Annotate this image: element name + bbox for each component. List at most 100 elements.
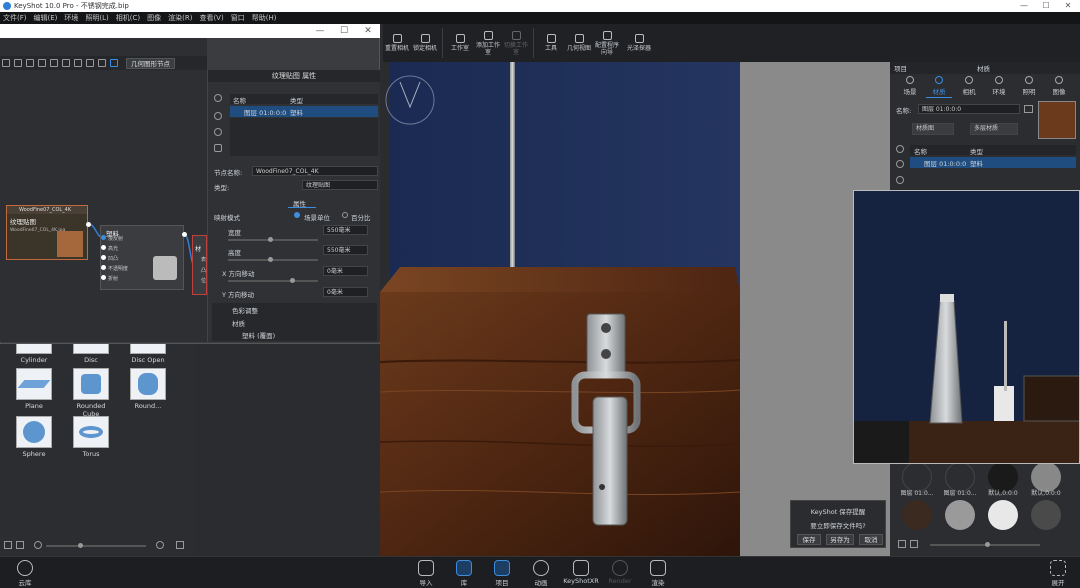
node-tool-icon[interactable] [38,59,46,67]
mg-minimize-button[interactable]: — [308,24,332,38]
render-preview-window[interactable] [853,190,1080,464]
tab-camera[interactable]: 相机 [958,76,980,96]
menu-environment[interactable]: 环境 [64,13,78,23]
minimize-button[interactable]: — [1013,0,1035,12]
copy-icon[interactable] [214,144,222,152]
save-material-icon[interactable] [1024,105,1033,113]
tree-item-plastic[interactable]: 塑料 (覆面) [212,329,377,341]
height-slider[interactable] [228,257,318,262]
library-button[interactable]: 库 [449,560,479,587]
animation-button[interactable]: 动画 [526,560,556,587]
zoom-tool-icon[interactable] [74,59,82,67]
expand-button[interactable]: 展开 [1043,560,1073,587]
list-view-icon[interactable] [910,540,918,548]
library-item-disc-open[interactable]: Disc Open [128,344,168,364]
plastic-output-port[interactable] [182,232,187,237]
maximize-button[interactable]: ☐ [1035,0,1057,12]
project-tab[interactable]: 项目 [894,63,907,73]
geometry-view-button[interactable]: 几何视图 [565,24,593,62]
material-ball[interactable] [902,500,932,530]
shift-y-field[interactable]: 0毫米 [323,287,368,297]
add-node-icon[interactable] [110,59,118,67]
dialog-save-as-button[interactable]: 另存为 [826,534,854,545]
render-viewport[interactable] [380,62,890,556]
project-button[interactable]: 项目 [487,560,517,587]
lock-camera-button[interactable]: 锁定相机 [411,24,439,62]
light-manager-button[interactable]: 光泽探器 [621,24,657,62]
thumbnail-size-knob[interactable] [985,542,990,547]
chain-icon[interactable] [214,128,222,136]
percent-radio[interactable] [342,212,348,218]
library-item-cylinder[interactable]: Cylinder [14,344,54,364]
shift-x-field[interactable]: 0毫米 [323,266,368,276]
link-icon[interactable] [214,112,222,120]
shift-x-slider-knob[interactable] [290,278,295,283]
material-preview-thumbnail[interactable] [1038,101,1076,139]
select-tool-icon[interactable] [2,59,10,67]
library-item-sphere[interactable]: Sphere [14,416,54,458]
grid-view-icon[interactable] [4,541,12,549]
search-icon[interactable] [896,145,904,153]
library-item-rounded-cube[interactable]: Rounded Cube [71,368,111,418]
tab-lighting[interactable]: 照明 [1018,76,1040,96]
search-icon[interactable] [214,94,222,102]
thumbnail-size-slider[interactable] [930,542,1040,547]
close-button[interactable]: ✕ [1057,0,1079,12]
zoom-out-icon[interactable] [34,541,42,549]
mg-maximize-button[interactable]: ☐ [332,24,356,38]
material-name-field[interactable]: 图层 01:0:0:0 [918,104,1020,114]
reset-camera-button[interactable]: 重置相机 [383,24,411,62]
width-slider[interactable] [228,237,318,242]
material-graph-button[interactable]: 材质图 [912,123,954,135]
mg-close-button[interactable]: ✕ [356,24,380,38]
material-ball[interactable] [1031,500,1061,530]
plastic-port-diffuse[interactable] [101,235,106,240]
list-view-icon[interactable] [16,541,24,549]
menu-view[interactable]: 查看(V) [199,13,223,23]
add-studio-button[interactable]: 添加工作室 [474,24,502,62]
multi-material-button[interactable]: 多层材质 [970,123,1018,135]
shift-x-slider[interactable] [228,278,318,283]
library-item-torus[interactable]: Torus [71,416,111,458]
grid-tool-icon[interactable] [26,59,34,67]
frame-tool-icon[interactable] [86,59,94,67]
configurator-button[interactable]: 配置程序向导 [593,24,621,62]
geometry-node-button[interactable]: 几何图形节点 [126,57,175,69]
node-name-field[interactable]: WoodFine07_COL_4K [252,166,378,176]
render-button[interactable]: 渲染 [643,560,673,587]
width-field[interactable]: 550毫米 [323,225,368,235]
tab-environment[interactable]: 环境 [988,76,1010,96]
plastic-port-opacity[interactable] [101,265,106,270]
menu-render[interactable]: 渲染(R) [168,13,192,23]
menu-image[interactable]: 图像 [147,13,161,23]
material-table-row[interactable]: 图层 01:0:0:0 塑料 [910,157,1076,168]
tree-item-color-adjust[interactable]: 色彩调整 [212,303,377,317]
thumbnail-size-knob[interactable] [78,543,83,548]
cloud-library-button[interactable]: 云库 [10,560,40,587]
thumbnail-size-slider[interactable] [46,543,146,548]
dialog-cancel-button[interactable]: 取消 [859,534,883,545]
plastic-port-refraction[interactable] [101,275,106,280]
library-item-plane[interactable]: Plane [14,368,54,410]
node-graph-canvas[interactable]: WoodFine07_COL_4K 纹理贴图 WoodFine07_COL_4K… [0,70,207,342]
chain-icon[interactable] [896,176,904,184]
menu-file[interactable]: 文件(F) [3,13,27,23]
library-item-rounded[interactable]: Round... [128,368,168,410]
tree-item-material[interactable]: 材质 [212,317,377,329]
material-output-node[interactable]: 材 [192,235,207,295]
material-ball[interactable] [988,500,1018,530]
grid-view-icon[interactable] [898,540,906,548]
unit-radio[interactable] [294,212,300,218]
height-slider-knob[interactable] [268,257,273,262]
tools-button[interactable]: 工具 [537,24,565,62]
menu-camera[interactable]: 相机(C) [116,13,140,23]
plastic-port-bump[interactable] [101,255,106,260]
texture-output-port[interactable] [86,222,91,227]
zoom-in-icon[interactable] [156,541,164,549]
texture-node[interactable]: WoodFine07_COL_4K 纹理贴图 WoodFine07_COL_4K… [6,205,88,260]
studio-button[interactable]: 工作室 [446,24,474,62]
folder-icon[interactable] [176,541,184,549]
menu-edit[interactable]: 编辑(E) [34,13,58,23]
type-select[interactable]: 纹理贴图 [302,180,378,190]
keyshotxr-button[interactable]: KeyShotXR [562,560,600,585]
